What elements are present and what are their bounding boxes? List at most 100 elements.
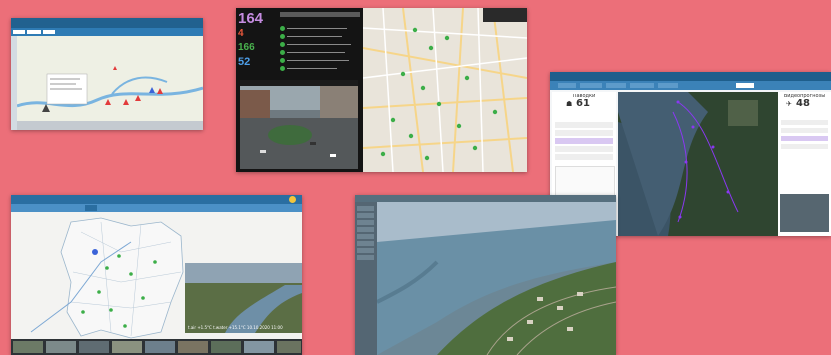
video-player[interactable]: t.air +1.5°C t.water +15.1°C 10.10.2020 … <box>185 263 302 333</box>
tab[interactable] <box>658 83 678 88</box>
list-item[interactable] <box>280 26 362 32</box>
layer-button[interactable] <box>357 206 374 211</box>
route-point[interactable] <box>678 215 682 219</box>
list-item[interactable] <box>781 144 828 149</box>
station-marker[interactable] <box>81 310 85 314</box>
station-marker[interactable] <box>472 145 478 151</box>
layer-button[interactable] <box>357 213 374 218</box>
tab[interactable] <box>630 83 654 88</box>
layer-button[interactable] <box>357 234 374 239</box>
station-marker[interactable] <box>400 71 406 77</box>
station-marker[interactable] <box>444 35 450 41</box>
screen-region-map: t.air +1.5°C t.water +15.1°C 10.10.2020 … <box>11 195 302 355</box>
list-item-selected[interactable] <box>781 136 828 141</box>
screen-river-forecast-map <box>11 18 203 130</box>
city-map[interactable] <box>362 8 527 172</box>
station-marker[interactable] <box>436 101 442 107</box>
sun-icon <box>289 196 296 203</box>
tab-active[interactable] <box>736 83 754 88</box>
route-point[interactable] <box>676 100 680 104</box>
video-image <box>185 263 302 333</box>
layer-button[interactable] <box>357 248 374 253</box>
map-area[interactable] <box>16 36 203 130</box>
thumbnail[interactable] <box>211 341 241 353</box>
list-item[interactable] <box>280 34 362 40</box>
list-item[interactable] <box>280 66 362 72</box>
station-marker[interactable] <box>123 324 127 328</box>
station-marker[interactable] <box>420 85 426 91</box>
tab[interactable] <box>558 83 576 88</box>
station-marker[interactable] <box>105 266 109 270</box>
thumbnail[interactable] <box>112 341 142 353</box>
station-marker[interactable] <box>141 296 145 300</box>
aerial-photo[interactable] <box>377 202 616 355</box>
layer-button[interactable] <box>357 227 374 232</box>
warning-marker[interactable] <box>105 99 111 105</box>
camera-feed[interactable] <box>240 80 358 169</box>
route-point[interactable] <box>691 125 695 129</box>
station-marker[interactable] <box>390 117 396 123</box>
warning-marker[interactable] <box>135 95 141 101</box>
list-item-selected[interactable] <box>555 138 613 144</box>
nav-tab[interactable] <box>13 30 25 34</box>
satellite-map[interactable] <box>618 92 778 236</box>
station-marker[interactable] <box>97 290 101 294</box>
station-marker[interactable] <box>117 254 121 258</box>
tab-active[interactable] <box>85 205 97 211</box>
station-marker[interactable] <box>464 75 470 81</box>
video-overlay-text: t.air +1.5°C t.water +15.1°C 10.10.2020 … <box>188 325 283 330</box>
thumbnail[interactable] <box>46 341 76 353</box>
thumbnail[interactable] <box>79 341 109 353</box>
list-item[interactable] <box>280 58 362 64</box>
station-marker[interactable] <box>129 272 133 276</box>
station-marker[interactable] <box>424 155 430 161</box>
list-item[interactable] <box>280 42 362 48</box>
thumbnail[interactable] <box>178 341 208 353</box>
bottom-toolbar <box>17 121 203 130</box>
station-marker[interactable] <box>456 123 462 129</box>
list-item[interactable] <box>781 128 828 133</box>
list-item[interactable] <box>555 154 613 160</box>
nav-tab[interactable] <box>27 30 41 34</box>
tab[interactable] <box>606 83 626 88</box>
layer-button[interactable] <box>357 255 374 260</box>
station-marker[interactable] <box>412 27 418 33</box>
station-marker[interactable] <box>149 87 155 93</box>
tab[interactable] <box>580 83 602 88</box>
layer-button[interactable] <box>357 220 374 225</box>
route-point[interactable] <box>711 145 715 149</box>
thumbnail[interactable] <box>244 341 274 353</box>
thumbnail[interactable] <box>13 341 43 353</box>
route-point[interactable] <box>684 160 688 164</box>
thumbnail[interactable] <box>277 341 301 353</box>
thumbnail[interactable] <box>145 341 175 353</box>
warning-marker[interactable] <box>113 66 117 70</box>
station-marker[interactable] <box>492 109 498 115</box>
station-marker[interactable] <box>92 249 98 255</box>
station-marker[interactable] <box>42 104 50 112</box>
list-item[interactable] <box>555 146 613 152</box>
plane-icon: ✈ <box>786 100 792 108</box>
stat-alerts: 4 <box>238 28 244 39</box>
map-legend <box>483 8 527 22</box>
warning-marker[interactable] <box>157 88 163 94</box>
list-item[interactable] <box>555 122 613 128</box>
map-layer <box>16 66 203 112</box>
app-header <box>550 72 831 81</box>
nav-tab[interactable] <box>43 30 55 34</box>
nav-bar <box>11 28 203 36</box>
station-marker[interactable] <box>408 133 414 139</box>
flood-count: 61 <box>576 98 590 109</box>
video-count: 48 <box>796 98 810 109</box>
station-marker[interactable] <box>109 308 113 312</box>
list-item[interactable] <box>555 130 613 136</box>
station-marker[interactable] <box>428 45 434 51</box>
list-item[interactable] <box>781 120 828 125</box>
list-item[interactable] <box>280 50 362 56</box>
station-marker[interactable] <box>153 260 157 264</box>
video-thumbnail[interactable] <box>780 194 829 232</box>
station-marker[interactable] <box>380 151 386 157</box>
layer-button[interactable] <box>357 241 374 246</box>
warning-marker[interactable] <box>123 99 129 105</box>
route-point[interactable] <box>726 190 730 194</box>
